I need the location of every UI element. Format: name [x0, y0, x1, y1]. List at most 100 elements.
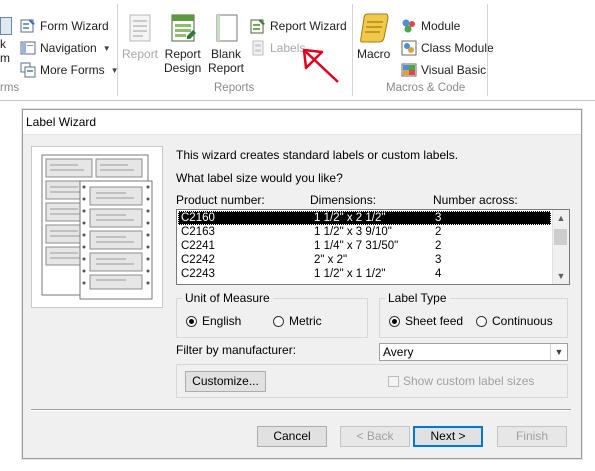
- english-radio-dot: [186, 315, 197, 327]
- customize-button[interactable]: Customize...: [185, 371, 266, 392]
- list-item[interactable]: C2241 1 1/4" x 7 31/50" 2: [178, 239, 551, 253]
- list-item[interactable]: C2242 2" x 2" 3: [178, 253, 551, 267]
- forms-group-label: rms: [0, 82, 20, 94]
- macros-group-label: Macros & Code: [386, 82, 466, 94]
- scroll-thumb[interactable]: [554, 229, 567, 245]
- unit-of-measure-group: Unit of Measure English Metric: [176, 291, 368, 338]
- footer-divider: [31, 409, 571, 411]
- list-item[interactable]: C2163 1 1/2" x 3 9/10" 2: [178, 225, 551, 239]
- label-size-listbox[interactable]: C2160 1 1/2" x 2 1/2" 3 C2163 1 1/2" x 3…: [176, 209, 570, 285]
- show-custom-sizes-box: [388, 375, 399, 387]
- across-cell: 3: [435, 254, 442, 266]
- unit-of-measure-title: Unit of Measure: [182, 291, 273, 305]
- continuous-radio[interactable]: Continuous: [476, 314, 553, 328]
- back-button[interactable]: < Back: [340, 426, 410, 447]
- blank-report-button[interactable]: Blank Report: [208, 12, 244, 75]
- next-button[interactable]: Next >: [413, 426, 483, 447]
- scroll-down-icon[interactable]: ▼: [553, 268, 569, 284]
- report-wizard-icon: [250, 18, 266, 34]
- macro-label: Macro: [357, 47, 391, 61]
- report-wizard-label: Report Wizard: [270, 19, 347, 33]
- module-label: Module: [421, 19, 461, 33]
- label-size-question: What label size would you like?: [176, 171, 343, 185]
- navigation-icon: [20, 40, 36, 56]
- labels-button[interactable]: Labels: [250, 38, 305, 58]
- report-design-button[interactable]: Report Design: [164, 12, 201, 75]
- list-item[interactable]: C2243 1 1/2" x 1 1/2" 4: [178, 267, 551, 281]
- scroll-up-icon[interactable]: ▲: [553, 210, 569, 226]
- chevron-down-icon[interactable]: ▼: [550, 344, 567, 360]
- more-forms-label: More Forms: [40, 63, 105, 77]
- navigation-button[interactable]: Navigation ▼: [20, 38, 111, 58]
- listbox-scrollbar[interactable]: ▲ ▼: [552, 210, 569, 284]
- finish-button[interactable]: Finish: [497, 426, 567, 447]
- group-separator-2: [352, 4, 353, 96]
- product-cell: C2241: [181, 240, 215, 252]
- blank-report-icon: [210, 12, 242, 44]
- report-design-icon: [167, 12, 199, 44]
- dimensions-cell: 1 1/2" x 1 1/2": [314, 268, 386, 280]
- metric-radio[interactable]: Metric: [273, 314, 322, 328]
- dialog-title: Label Wizard: [26, 115, 97, 129]
- manufacturer-combobox[interactable]: Avery ▼: [379, 343, 568, 361]
- forms-cut-button-2[interactable]: m: [0, 48, 10, 68]
- blank-report-label-2: Report: [208, 61, 245, 75]
- group-separator: [117, 4, 118, 96]
- label-type-title: Label Type: [385, 291, 450, 305]
- red-arrow-annotation-icon: [302, 48, 339, 83]
- navigation-dropdown-icon: ▼: [102, 43, 111, 53]
- report-button[interactable]: Report: [122, 12, 158, 61]
- more-forms-icon: [20, 62, 36, 78]
- filter-manufacturer-label: Filter by manufacturer:: [176, 343, 297, 357]
- class-module-button[interactable]: Class Module: [401, 38, 494, 58]
- class-module-icon: [401, 40, 417, 56]
- across-cell: 4: [435, 268, 442, 280]
- english-radio[interactable]: English: [186, 314, 241, 328]
- label-type-group: Label Type Sheet feed Continuous: [379, 291, 568, 338]
- sheet-feed-radio-dot: [389, 315, 400, 327]
- continuous-radio-dot: [476, 315, 487, 327]
- list-item-selected[interactable]: C2160 1 1/2" x 2 1/2" 3: [178, 211, 551, 225]
- metric-label: Metric: [289, 314, 322, 328]
- wizard-intro-text: This wizard creates standard labels or c…: [176, 148, 459, 162]
- dimensions-cell: 1 1/4" x 7 31/50": [314, 240, 399, 252]
- navigation-label: Navigation: [40, 41, 97, 55]
- visual-basic-button[interactable]: Visual Basic: [401, 60, 486, 80]
- show-custom-sizes-checkbox[interactable]: Show custom label sizes: [388, 374, 534, 388]
- product-cell: C2242: [181, 254, 215, 266]
- form-cut-icon: [0, 16, 12, 36]
- show-custom-sizes-label: Show custom label sizes: [403, 374, 535, 388]
- report-icon: [124, 12, 156, 44]
- dimensions-cell: 1 1/2" x 3 9/10": [314, 226, 392, 238]
- continuous-label: Continuous: [492, 314, 553, 328]
- form-wizard-label: Form Wizard: [40, 19, 109, 33]
- report-label: Report: [122, 47, 159, 61]
- blank-report-label-1: Blank: [211, 47, 242, 61]
- cut-label-2: m: [0, 51, 10, 65]
- product-cell: C2163: [181, 226, 215, 238]
- labels-icon: [250, 40, 266, 56]
- report-wizard-button[interactable]: Report Wizard: [250, 16, 347, 36]
- ribbon: k m Form Wizard Navigation ▼ More Forms …: [0, 0, 595, 101]
- report-design-label-1: Report: [164, 47, 201, 61]
- product-cell: C2243: [181, 268, 215, 280]
- module-button[interactable]: Module: [401, 16, 460, 36]
- group-separator-3: [487, 4, 488, 96]
- dimensions-cell: 2" x 2": [314, 254, 348, 266]
- cancel-button[interactable]: Cancel: [257, 426, 327, 447]
- metric-radio-dot: [273, 315, 284, 327]
- visual-basic-label: Visual Basic: [421, 63, 487, 77]
- manufacturer-value: Avery: [383, 345, 414, 359]
- more-forms-button[interactable]: More Forms ▼: [20, 60, 119, 80]
- form-wizard-button[interactable]: Form Wizard: [20, 16, 109, 36]
- sheet-feed-radio[interactable]: Sheet feed: [389, 314, 463, 328]
- module-icon: [401, 18, 417, 34]
- across-cell: 2: [435, 226, 442, 238]
- across-cell: 3: [435, 212, 442, 224]
- macro-button[interactable]: Macro: [357, 12, 390, 61]
- report-design-label-2: Design: [164, 61, 202, 75]
- label-sheet-illustration: [31, 146, 163, 308]
- macro-scroll-icon: [358, 12, 390, 44]
- product-cell: C2160: [181, 212, 215, 224]
- across-cell: 2: [435, 240, 442, 252]
